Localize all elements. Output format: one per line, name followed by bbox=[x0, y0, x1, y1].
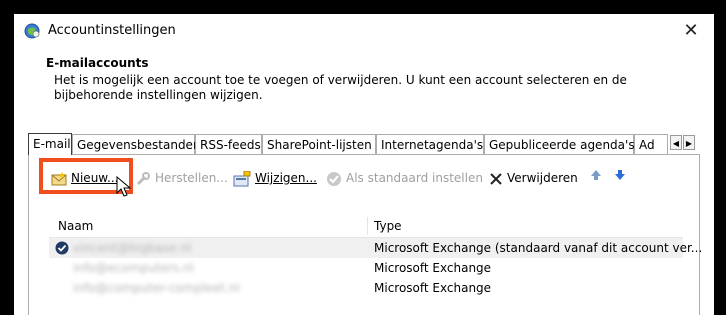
move-down-button[interactable] bbox=[614, 168, 626, 188]
close-button[interactable]: ✕ bbox=[676, 18, 706, 44]
change-label: Wijzigen... bbox=[255, 171, 317, 185]
account-type: Microsoft Exchange bbox=[374, 281, 492, 295]
arrow-up-icon bbox=[591, 170, 601, 180]
account-type: Microsoft Exchange (standaard vanaf dit … bbox=[374, 241, 703, 255]
mouse-cursor-icon bbox=[116, 176, 132, 197]
wrench-icon bbox=[136, 171, 150, 185]
remove-label: Verwijderen bbox=[507, 171, 578, 185]
account-name: vincent@bigbase.nl bbox=[73, 241, 192, 255]
window-title: Accountinstellingen bbox=[48, 23, 176, 38]
tab-scroll-left-button[interactable]: ◀ bbox=[670, 135, 682, 150]
account-settings-window: Accountinstellingen ✕ E-mailaccounts Het… bbox=[14, 14, 714, 315]
column-header-name[interactable]: Naam bbox=[58, 219, 93, 233]
column-divider[interactable] bbox=[367, 217, 368, 235]
account-row[interactable]: vincent@bigbase.nl Microsoft Exchange (s… bbox=[49, 238, 702, 258]
default-account-check-icon bbox=[55, 241, 69, 255]
repair-button[interactable]: Herstellen... bbox=[135, 168, 228, 188]
tab-strip: E-mail Gegevensbestanden RSS-feeds Share… bbox=[28, 133, 700, 155]
tab-data-files[interactable]: Gegevensbestanden bbox=[72, 134, 201, 154]
tab-published-calendars[interactable]: Gepubliceerde agenda's bbox=[484, 134, 635, 154]
account-name: info@ecomputers.nl bbox=[73, 261, 194, 275]
account-name: info@computer-compleet.nl bbox=[73, 281, 240, 295]
account-type: Microsoft Exchange bbox=[374, 261, 492, 275]
tab-email[interactable]: E-mail bbox=[28, 133, 72, 155]
title-bar: Accountinstellingen ✕ bbox=[14, 14, 714, 48]
change-account-icon bbox=[233, 170, 251, 186]
tab-sharepoint-lists[interactable]: SharePoint-lijsten bbox=[262, 134, 376, 154]
account-settings-icon bbox=[24, 23, 40, 39]
section-description: Het is mogelijk een account toe te voege… bbox=[54, 73, 627, 102]
arrow-down-icon bbox=[615, 170, 625, 180]
remove-button[interactable]: Verwijderen bbox=[489, 168, 578, 188]
tab-address-books[interactable]: Ad bbox=[634, 134, 668, 154]
email-tab-panel: Nieuw... Herstellen... Wijzigen... Als s… bbox=[28, 154, 702, 315]
check-circle-icon bbox=[327, 171, 341, 186]
change-button[interactable]: Wijzigen... bbox=[233, 168, 317, 188]
set-default-label: Als standaard instellen bbox=[346, 171, 483, 185]
tab-internet-calendars[interactable]: Internetagenda's bbox=[376, 134, 484, 154]
account-list-header: Naam Type bbox=[49, 215, 683, 238]
remove-x-icon bbox=[490, 172, 502, 185]
tab-rss-feeds[interactable]: RSS-feeds bbox=[195, 134, 262, 154]
tab-scroll-right-button[interactable]: ▶ bbox=[683, 135, 695, 150]
account-row[interactable]: info@ecomputers.nl Microsoft Exchange bbox=[49, 258, 683, 278]
repair-label: Herstellen... bbox=[155, 171, 228, 185]
column-header-type[interactable]: Type bbox=[374, 219, 402, 233]
set-default-button[interactable]: Als standaard instellen bbox=[326, 168, 483, 188]
account-list[interactable]: Naam Type vincent@bigbase.nl Microsoft E… bbox=[49, 215, 702, 315]
account-row[interactable]: info@computer-compleet.nl Microsoft Exch… bbox=[49, 278, 683, 298]
section-title: E-mailaccounts bbox=[46, 56, 149, 70]
move-up-button[interactable] bbox=[590, 168, 602, 188]
